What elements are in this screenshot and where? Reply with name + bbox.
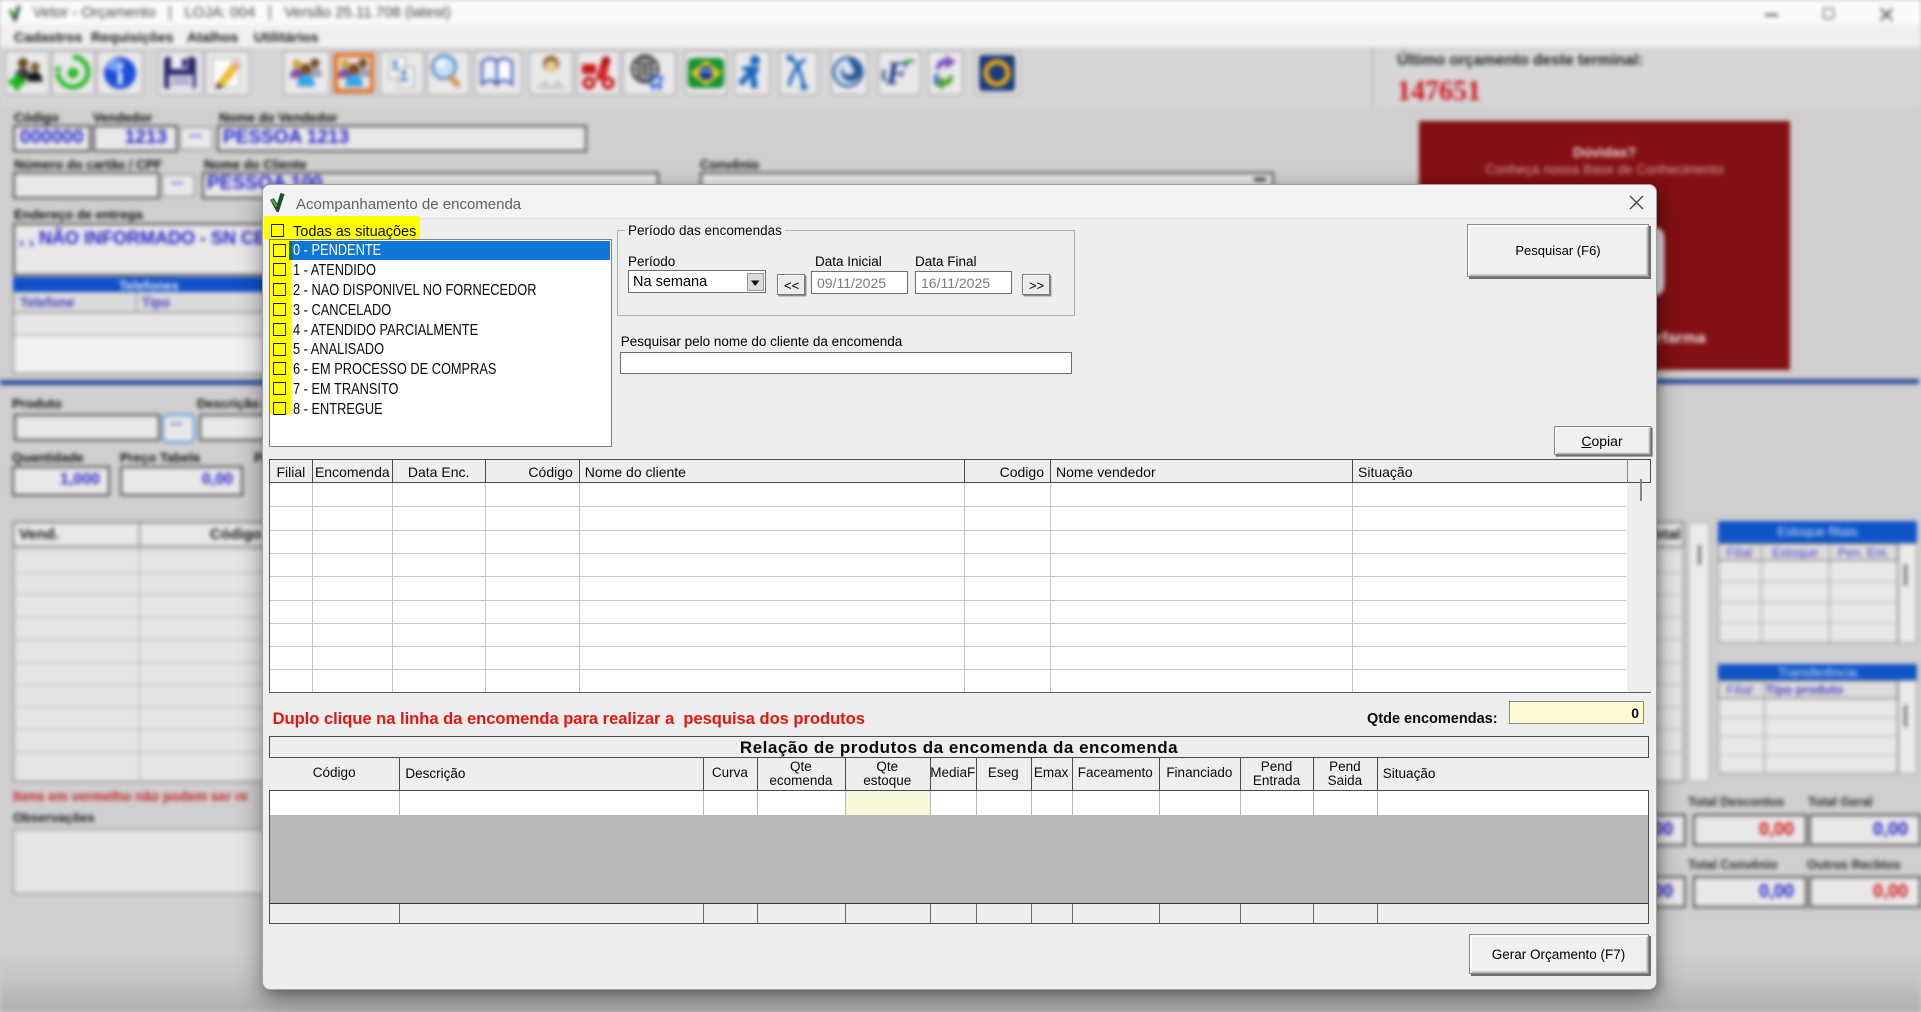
svg-text:i: i [116, 60, 124, 90]
